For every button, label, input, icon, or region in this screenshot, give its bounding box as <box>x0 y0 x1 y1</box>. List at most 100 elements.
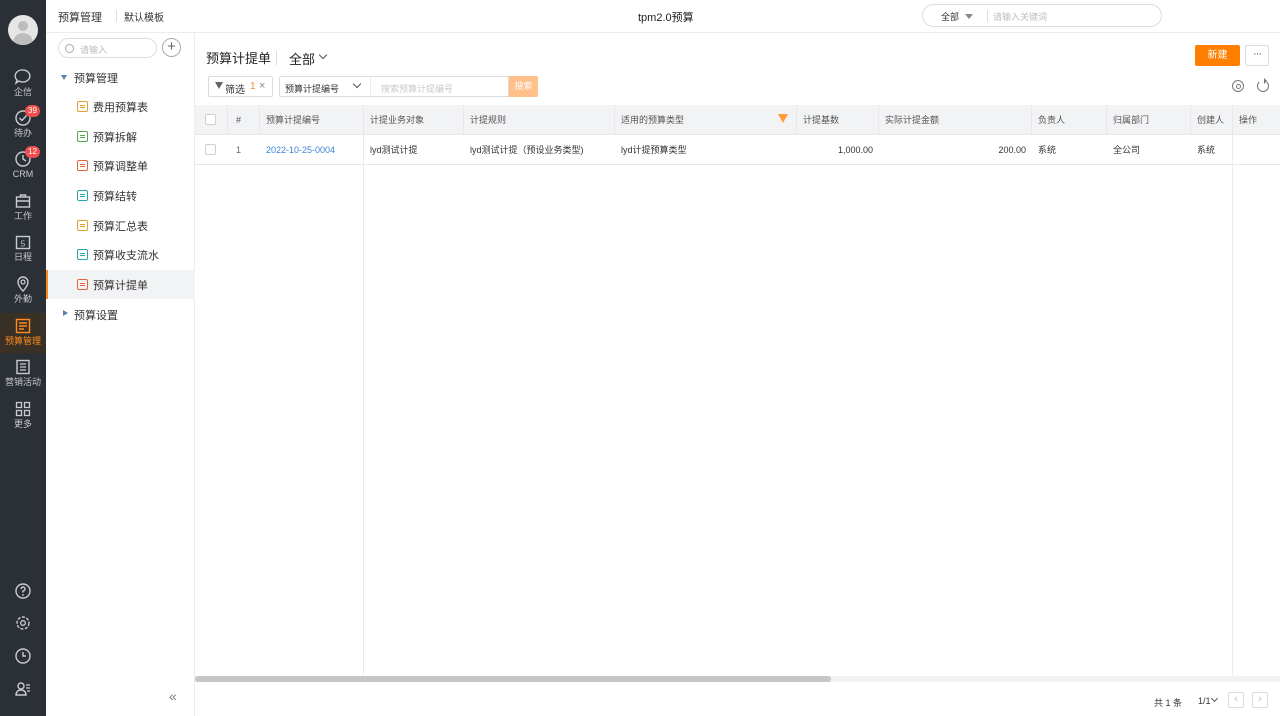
row-index: 1 <box>236 145 242 155</box>
search-field-select[interactable]: 预算计提编号 <box>279 76 370 97</box>
column-header[interactable]: 计提基数 <box>797 105 879 135</box>
column-divider <box>1232 135 1233 677</box>
add-button[interactable]: + <box>162 38 181 57</box>
column-header[interactable]: 计提规则 <box>464 105 615 135</box>
grid-icon <box>15 401 31 417</box>
settings-icon[interactable] <box>14 614 32 632</box>
collapse-sidebar-icon[interactable]: « <box>169 688 177 704</box>
rail-label: CRM <box>12 169 34 179</box>
rail-item-todo[interactable]: 39 待办 <box>0 105 46 149</box>
rail-item-crm[interactable]: 12 CRM <box>0 146 46 190</box>
table-row[interactable]: 1 2022-10-25-0004 lyd测试计提 lyd测试计提（预设业务类型… <box>195 135 1280 165</box>
sidebar-item-budget-split[interactable]: 预算拆解 <box>46 122 195 151</box>
select-all-checkbox[interactable] <box>205 114 216 125</box>
document-icon <box>77 249 88 260</box>
calendar-icon: 5 <box>15 235 31 250</box>
accrual-code-link[interactable]: 2022-10-25-0004 <box>260 135 364 165</box>
document-icon <box>77 220 88 231</box>
scrollbar-thumb[interactable] <box>195 676 831 682</box>
tree-group-budget[interactable]: 预算管理 <box>46 63 195 92</box>
horizontal-scrollbar[interactable] <box>195 676 1280 682</box>
search-scope-select[interactable]: 全部 <box>941 10 959 23</box>
operation-cell[interactable] <box>1233 135 1280 165</box>
rail-label: 预算管理 <box>4 336 41 346</box>
document-icon <box>77 160 88 171</box>
location-pin-icon <box>17 276 29 292</box>
column-header[interactable]: 预算计提编号 <box>260 105 364 135</box>
sidebar-search-input[interactable]: 请输入 <box>58 38 157 58</box>
sidebar-item-budget-flow[interactable]: 预算收支流水 <box>46 240 195 269</box>
sidebar-item-budget-summary[interactable]: 预算汇总表 <box>46 211 195 240</box>
global-search[interactable]: 全部 请输入关键词 <box>922 4 1162 27</box>
column-header: 操作 <box>1239 115 1258 125</box>
rail-item-more[interactable]: 更多 <box>0 400 46 440</box>
document-icon <box>77 190 88 201</box>
briefcase-icon <box>15 194 31 208</box>
filter-label: 筛选 <box>225 85 245 96</box>
template-selector[interactable]: 默认模板 <box>124 9 164 24</box>
clear-filter-icon[interactable]: × <box>259 80 265 92</box>
top-bar: 预算管理 默认模板 tpm2.0预算 全部 请输入关键词 <box>46 0 1280 33</box>
keyword-search-placeholder: 搜索预算计提编号 <box>381 84 454 94</box>
column-header[interactable]: 实际计提金额 <box>879 105 1032 135</box>
refresh-icon[interactable] <box>1257 78 1269 92</box>
select-all-cell <box>195 105 228 135</box>
app-rail: 企信 39 待办 12 CRM 工作 5 日程 外勤 预算管理 营销活动 更多 <box>0 0 46 716</box>
divider <box>987 10 988 22</box>
column-header[interactable]: 计提业务对象 <box>364 105 464 135</box>
filter-button[interactable]: 筛选 1 × <box>208 76 273 97</box>
column-header[interactable]: 适用的预算类型 <box>615 105 797 135</box>
scope-selector[interactable]: 全部 <box>289 49 315 68</box>
rail-item-field[interactable]: 外勤 <box>0 275 46 315</box>
next-page-button[interactable]: › <box>1252 692 1268 708</box>
column-settings-icon[interactable] <box>1232 80 1244 92</box>
more-button[interactable]: ··· <box>1245 45 1269 66</box>
sidebar-item-expense-budget[interactable]: 费用预算表 <box>46 92 195 121</box>
column-header: # <box>228 105 260 135</box>
rail-item-marketing[interactable]: 营销活动 <box>0 358 46 398</box>
prev-page-button[interactable]: ‹ <box>1228 692 1244 708</box>
rail-item-work[interactable]: 工作 <box>0 192 46 232</box>
sidebar-item-label: 预算汇总表 <box>93 221 148 233</box>
global-search-input[interactable]: 请输入关键词 <box>993 10 1047 23</box>
help-icon[interactable] <box>14 582 32 600</box>
calendar-day: 5 <box>21 240 26 249</box>
total-count: 共 1 条 <box>1154 698 1183 708</box>
rail-label: 待办 <box>13 128 32 138</box>
sidebar-item-budget-accrual[interactable]: 预算计提单 <box>46 270 195 299</box>
avatar[interactable] <box>8 15 38 45</box>
search-field-value: 预算计提编号 <box>285 84 340 94</box>
column-header[interactable]: 归属部门 <box>1107 105 1191 135</box>
column-divider <box>363 135 364 677</box>
page-indicator[interactable]: 1/1 <box>1198 696 1211 706</box>
rail-item-schedule[interactable]: 5 日程 <box>0 233 46 273</box>
rail-label: 外勤 <box>13 294 32 304</box>
chevron-down-icon[interactable] <box>318 50 328 60</box>
row-checkbox[interactable] <box>205 144 216 155</box>
sidebar-item-budget-adjust[interactable]: 预算调整单 <box>46 151 195 180</box>
keyword-search-input[interactable]: 搜索预算计提编号 <box>370 76 509 97</box>
divider <box>276 51 277 65</box>
history-icon[interactable] <box>14 647 32 665</box>
app-title: tpm2.0预算 <box>638 12 694 24</box>
sidebar-item-label: 预算收支流水 <box>93 250 159 262</box>
budget-type-cell: lyd计提预算类型 <box>621 145 687 155</box>
rail-item-budget[interactable]: 预算管理 <box>0 313 46 353</box>
breadcrumb-budget[interactable]: 预算管理 <box>58 9 102 25</box>
rail-label: 更多 <box>13 419 32 429</box>
sidebar-item-budget-carryover[interactable]: 预算结转 <box>46 181 195 210</box>
document-icon <box>77 131 88 142</box>
column-header[interactable]: 负责人 <box>1032 105 1107 135</box>
sidebar-item-label: 预算拆解 <box>93 132 137 144</box>
tree-group-budget-settings[interactable]: 预算设置 <box>46 300 195 329</box>
tree-group-label: 预算管理 <box>74 73 118 85</box>
rail-label: 工作 <box>13 211 32 221</box>
rail-item-chat[interactable]: 企信 <box>0 68 46 108</box>
search-button[interactable]: 搜索 <box>509 76 538 97</box>
chevron-down-icon[interactable] <box>1210 694 1219 703</box>
column-filter-icon[interactable] <box>778 114 788 123</box>
new-button[interactable]: 新建 <box>1195 45 1240 66</box>
column-header[interactable]: 创建人 <box>1191 105 1233 135</box>
breadcrumb-divider <box>116 10 117 22</box>
user-settings-icon[interactable] <box>14 680 32 698</box>
